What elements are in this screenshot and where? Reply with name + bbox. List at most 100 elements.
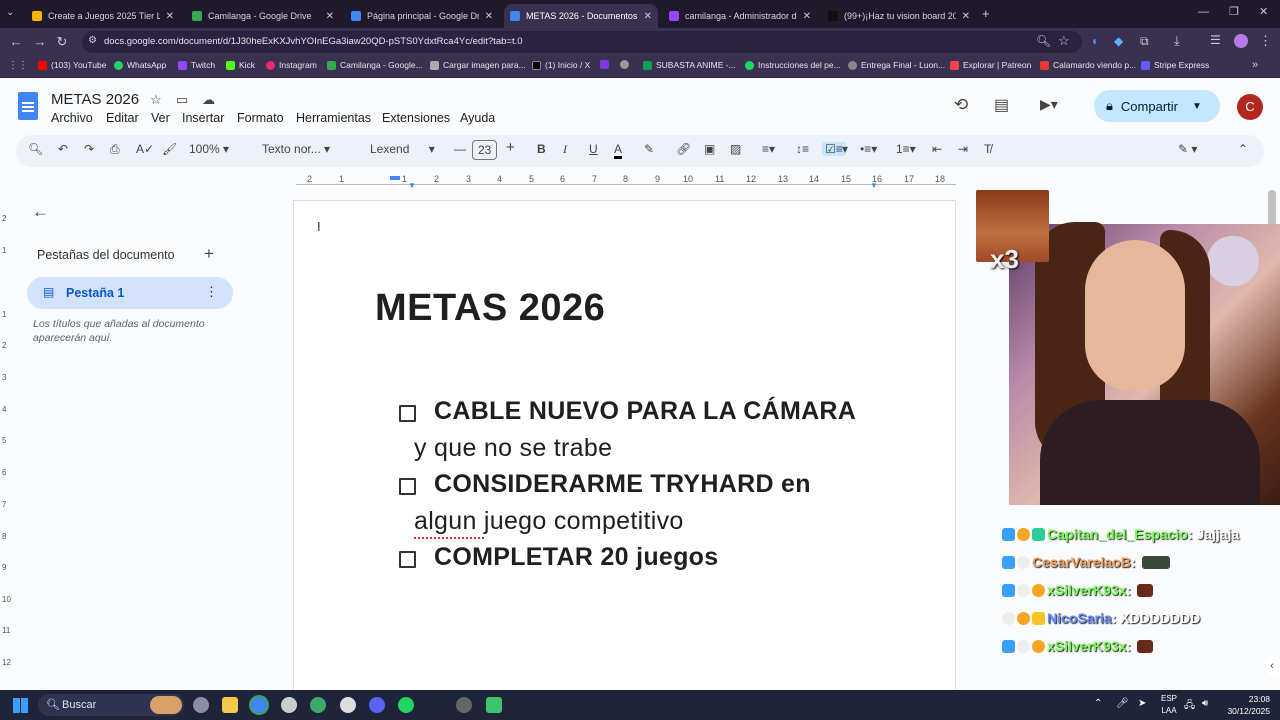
- highlight-icon[interactable]: ✎: [644, 142, 654, 156]
- chrome-icon[interactable]: [251, 697, 267, 713]
- search-icon[interactable]: 🔍︎: [28, 142, 43, 156]
- browser-tab[interactable]: Página principal - Google Drive✕: [345, 4, 499, 28]
- bookmark-item[interactable]: Camilanga - Google...: [327, 60, 423, 70]
- bookmark-item[interactable]: Instrucciones del pe...: [745, 60, 841, 70]
- windows-start-icon[interactable]: [13, 698, 28, 713]
- bookmark-item[interactable]: Instagram: [266, 60, 317, 70]
- volume-icon[interactable]: 🔊︎: [1202, 698, 1208, 709]
- language-indicator[interactable]: ESP LAA: [1159, 693, 1179, 717]
- decrease-indent-icon[interactable]: ⇤: [932, 142, 942, 156]
- share-dropdown-icon[interactable]: ▼: [1192, 101, 1202, 112]
- taskbar-clock[interactable]: 23:08 30/12/2025: [1222, 693, 1270, 717]
- paragraph-style-select[interactable]: Texto nor... ▾: [262, 142, 330, 156]
- new-tab-button[interactable]: +: [982, 6, 990, 21]
- minimize-window-icon[interactable]: —: [1198, 6, 1209, 18]
- share-button[interactable]: 🔒︎ Compartir ▼: [1094, 90, 1220, 122]
- browser-tab[interactable]: Camilanga - Google Drive ✕: [186, 4, 340, 28]
- discord-icon[interactable]: [369, 697, 385, 713]
- extension-icon[interactable]: ◆: [1114, 34, 1123, 48]
- microphone-icon[interactable]: 🎤︎: [1116, 698, 1129, 709]
- file-explorer-icon[interactable]: [222, 697, 238, 713]
- extensions-puzzle-icon[interactable]: ⧉: [1140, 34, 1149, 49]
- italic-button[interactable]: I: [563, 142, 567, 157]
- steam-icon[interactable]: [427, 697, 443, 713]
- browser-tab[interactable]: Create a Juegos 2025 Tier List -✕: [26, 4, 180, 28]
- align-icon[interactable]: ≡▾: [762, 142, 775, 156]
- network-icon[interactable]: 🖧: [1184, 698, 1195, 715]
- menu-archivo[interactable]: Archivo: [51, 111, 93, 125]
- zoom-icon[interactable]: 🔍︎: [1036, 34, 1051, 48]
- checklist-checkbox[interactable]: [399, 551, 416, 568]
- bookmark-item[interactable]: Twitch: [178, 60, 215, 70]
- numbered-list-icon[interactable]: 1≡▾: [896, 142, 916, 156]
- checklist-item-text[interactable]: algun juego competitivo: [414, 507, 684, 536]
- taskbar-app-icon[interactable]: [310, 697, 326, 713]
- add-comment-icon[interactable]: ▣: [704, 142, 715, 156]
- menu-extensiones[interactable]: Extensiones: [382, 111, 450, 125]
- bulleted-list-icon[interactable]: •≡▾: [860, 142, 877, 156]
- checklist-item-text[interactable]: CONSIDERARME TRYHARD en: [434, 470, 811, 499]
- checklist-item-text[interactable]: COMPLETAR 20 juegos: [434, 543, 718, 572]
- menu-insertar[interactable]: Insertar: [182, 111, 224, 125]
- menu-formato[interactable]: Formato: [237, 111, 284, 125]
- move-folder-icon[interactable]: ▭: [176, 92, 188, 108]
- menu-editar[interactable]: Editar: [106, 111, 139, 125]
- bookmark-item[interactable]: (103) YouTube: [38, 60, 106, 70]
- side-panel-toggle-icon[interactable]: ‹: [1264, 656, 1280, 676]
- paint-format-icon[interactable]: 🖌︎: [162, 142, 177, 156]
- avatar[interactable]: C: [1237, 94, 1263, 120]
- font-size-input[interactable]: 23: [472, 140, 498, 160]
- close-tab-icon[interactable]: ✕: [644, 11, 652, 22]
- address-bar[interactable]: docs.google.com/document/d/1J30heExKXJvh…: [82, 31, 1082, 53]
- document-page[interactable]: I METAS 2026 CABLE NUEVO PARA LA CÁMARA …: [293, 200, 956, 700]
- checklist-dropdown-icon[interactable]: ▾: [842, 142, 848, 156]
- increase-font-size-button[interactable]: +: [506, 139, 515, 156]
- taskbar-app-icon[interactable]: [340, 697, 356, 713]
- bookmark-item[interactable]: Cargar imagen para...: [430, 60, 526, 70]
- add-tab-button[interactable]: +: [204, 244, 214, 264]
- close-tab-icon[interactable]: ✕: [803, 11, 811, 22]
- forward-icon[interactable]: →: [28, 34, 52, 49]
- media-icon[interactable]: ☰: [1210, 33, 1221, 47]
- menu-herramientas[interactable]: Herramientas: [296, 111, 371, 125]
- taskbar-app-icon[interactable]: [456, 697, 472, 713]
- meet-icon[interactable]: ▶▾: [1040, 96, 1058, 113]
- hide-menus-icon[interactable]: ⌃: [1238, 142, 1248, 156]
- bookmark-item[interactable]: Calamardo viendo p...: [1040, 60, 1136, 70]
- first-line-indent-handle[interactable]: [390, 176, 400, 180]
- bold-button[interactable]: B: [537, 142, 546, 156]
- tray-chevron-icon[interactable]: ⌃: [1094, 698, 1102, 709]
- extension-icon[interactable]: ◐: [1092, 34, 1099, 48]
- bookmark-item[interactable]: Stripe Express: [1141, 60, 1209, 70]
- cloud-status-icon[interactable]: ☁: [202, 92, 215, 108]
- taskbar-app-icon[interactable]: [281, 697, 297, 713]
- link-icon[interactable]: 🔗︎: [676, 142, 691, 156]
- bookmark-star-icon[interactable]: ☆: [1058, 33, 1070, 49]
- tab-item-pestana-1[interactable]: ▤ Pestaña 1 ⋮: [27, 277, 233, 309]
- document-title[interactable]: METAS 2026: [51, 91, 139, 108]
- taskbar-app-icon[interactable]: [193, 697, 209, 713]
- checklist-checkbox[interactable]: [399, 405, 416, 422]
- bookmark-item[interactable]: [600, 60, 613, 69]
- browser-menu-icon[interactable]: ⋮: [1259, 33, 1272, 49]
- right-indent-handle[interactable]: ▼: [870, 181, 878, 190]
- decrease-font-size-button[interactable]: —: [454, 142, 466, 156]
- comments-icon[interactable]: ▤: [994, 95, 1009, 115]
- taskbar-app-icon[interactable]: [486, 697, 502, 713]
- font-select[interactable]: Lexend ▾: [370, 142, 435, 156]
- checklist-item-text[interactable]: y que no se trabe: [414, 434, 612, 463]
- menu-ver[interactable]: Ver: [151, 111, 170, 125]
- close-tab-icon[interactable]: ✕: [485, 11, 493, 22]
- document-heading[interactable]: METAS 2026: [375, 287, 605, 330]
- bookmark-item[interactable]: WhatsApp: [114, 60, 166, 70]
- browser-tab-active[interactable]: METAS 2026 - Documentos de ✕: [504, 4, 658, 28]
- spotify-icon[interactable]: [398, 697, 414, 713]
- checklist-item-text[interactable]: CABLE NUEVO PARA LA CÁMARA: [434, 397, 856, 426]
- location-icon[interactable]: ➤: [1138, 698, 1146, 709]
- site-info-icon[interactable]: ⚙: [88, 35, 97, 46]
- apps-grid-icon[interactable]: ⋮⋮: [8, 60, 28, 71]
- bookmark-item[interactable]: SUBASTA ANIME -...: [643, 60, 736, 70]
- increase-indent-icon[interactable]: ⇥: [958, 142, 968, 156]
- close-tab-icon[interactable]: ✕: [962, 11, 970, 22]
- browser-tab[interactable]: (99+)¡Haz tu vision board 2026 ✕: [822, 4, 976, 28]
